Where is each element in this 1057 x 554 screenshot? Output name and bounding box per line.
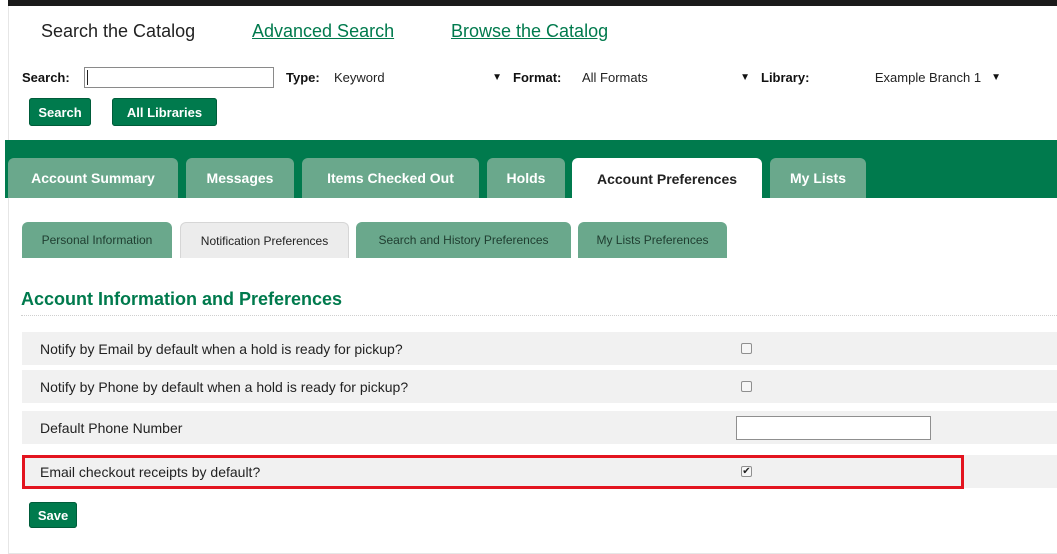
section-divider <box>21 315 1057 316</box>
all-libraries-button[interactable]: All Libraries <box>112 98 217 126</box>
notify-phone-checkbox[interactable] <box>741 381 752 392</box>
top-border <box>8 0 1057 6</box>
highlight-box <box>22 455 964 489</box>
library-select-value: Example Branch 1 <box>874 70 982 85</box>
default-phone-input[interactable] <box>736 415 931 440</box>
search-catalog-title: Search the Catalog <box>41 21 196 41</box>
pref-row-phone-number: Default Phone Number <box>22 411 1057 444</box>
chevron-down-icon: ▼ <box>492 72 502 83</box>
search-label: Search: <box>22 70 70 85</box>
left-border <box>8 6 9 554</box>
pref-row-phone-hold: Notify by Phone by default when a hold i… <box>22 370 1057 403</box>
pref-label: Notify by Email by default when a hold i… <box>40 340 403 357</box>
library-label: Library: <box>761 70 810 85</box>
subtab-personal-information[interactable]: Personal Information <box>22 222 172 258</box>
tab-account-summary[interactable]: Account Summary <box>8 158 178 198</box>
pref-row-email-hold: Notify by Email by default when a hold i… <box>22 332 1057 365</box>
chevron-down-icon: ▼ <box>991 72 1001 83</box>
chevron-down-icon: ▼ <box>740 72 750 83</box>
library-select[interactable]: Example Branch 1 ▼ <box>825 67 1005 88</box>
subtab-notification-preferences[interactable]: Notification Preferences <box>180 222 349 258</box>
text-caret <box>87 70 88 85</box>
tab-my-lists[interactable]: My Lists <box>770 158 866 198</box>
tab-holds[interactable]: Holds <box>487 158 565 198</box>
search-button[interactable]: Search <box>29 98 91 126</box>
section-title: Account Information and Preferences <box>21 289 343 309</box>
type-select[interactable]: Keyword ▼ <box>330 67 506 88</box>
search-input[interactable] <box>84 67 274 88</box>
tab-items-checked-out[interactable]: Items Checked Out <box>302 158 479 198</box>
format-select-value: All Formats <box>582 70 648 85</box>
type-select-value: Keyword <box>334 70 385 85</box>
browse-catalog-link[interactable]: Browse the Catalog <box>451 21 608 42</box>
notify-email-checkbox[interactable] <box>741 343 752 354</box>
subtab-search-history-preferences[interactable]: Search and History Preferences <box>356 222 571 258</box>
type-label: Type: <box>286 70 320 85</box>
subtab-my-lists-preferences[interactable]: My Lists Preferences <box>578 222 727 258</box>
pref-label: Default Phone Number <box>40 419 183 436</box>
format-label: Format: <box>513 70 562 85</box>
tab-messages[interactable]: Messages <box>186 158 294 198</box>
pref-label: Notify by Phone by default when a hold i… <box>40 378 409 395</box>
advanced-search-link[interactable]: Advanced Search <box>252 21 394 42</box>
tab-account-preferences[interactable]: Account Preferences <box>572 158 762 199</box>
save-button[interactable]: Save <box>29 502 77 528</box>
format-select[interactable]: All Formats ▼ <box>578 67 754 88</box>
